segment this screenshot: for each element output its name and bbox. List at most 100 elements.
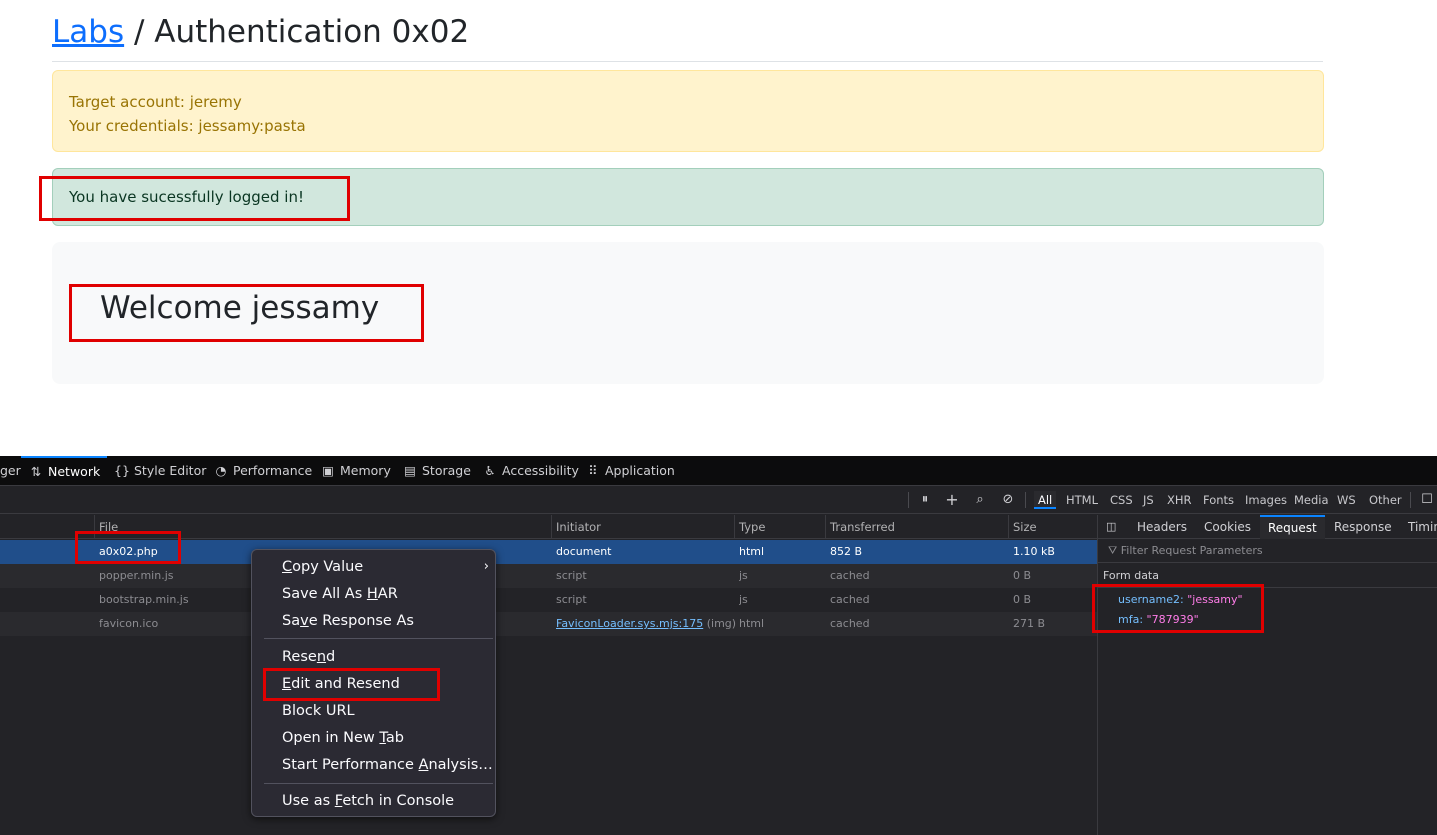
context-menu: Copy Value › Save All As HAR Save Respons… bbox=[251, 549, 496, 817]
column-size[interactable]: Size bbox=[1008, 515, 1097, 539]
toolbar-separator bbox=[1025, 492, 1026, 508]
menu-item-resend[interactable]: Resend bbox=[282, 645, 335, 669]
table-row[interactable]: popper.min.js script js cached 0 B bbox=[0, 564, 1097, 588]
menu-label: Use as bbox=[282, 793, 335, 809]
request-list-header: File Initiator Type Transferred Size bbox=[0, 515, 1097, 539]
tab-debugger[interactable]: ger bbox=[0, 456, 21, 486]
menu-label: etch in Console bbox=[342, 793, 455, 809]
menu-accel: A bbox=[418, 757, 429, 773]
row-transferred: cached bbox=[830, 593, 870, 606]
tab-application[interactable]: ⠿ Application bbox=[585, 456, 674, 486]
tab-response[interactable]: Response bbox=[1334, 515, 1392, 539]
filter-params-input[interactable]: ⛛ Filter Request Parameters bbox=[1098, 539, 1437, 563]
menu-item-edit-and-resend[interactable]: Edit and Resend bbox=[282, 672, 400, 696]
tab-performance[interactable]: ◔ Performance bbox=[213, 456, 313, 486]
gauge-icon: ◔ bbox=[215, 463, 227, 478]
param-value: "jessamy" bbox=[1187, 593, 1243, 606]
search-icon[interactable]: ⌕ bbox=[971, 490, 989, 510]
tab-memory-label: Memory bbox=[340, 463, 391, 478]
row-transferred: cached bbox=[830, 569, 870, 582]
filter-media[interactable]: Media bbox=[1290, 491, 1333, 509]
chip-icon: ▣ bbox=[322, 463, 334, 478]
menu-label: dit and Resend bbox=[291, 676, 400, 692]
tab-style-editor[interactable]: {} Style Editor bbox=[114, 456, 206, 486]
toggle-sidebar-icon[interactable]: ◫ bbox=[1106, 515, 1116, 539]
menu-item-save-response[interactable]: Save Response As bbox=[282, 609, 414, 633]
menu-label: Sa bbox=[282, 613, 301, 629]
column-transferred[interactable]: Transferred bbox=[825, 515, 1007, 539]
page-title: Labs / Authentication 0x02 bbox=[52, 14, 469, 50]
network-toolbar: ⏸ + ⌕ ⊘ All HTML CSS JS XHR Fonts Images… bbox=[0, 486, 1437, 514]
tab-performance-label: Performance bbox=[233, 463, 313, 478]
tab-cookies[interactable]: Cookies bbox=[1204, 515, 1251, 539]
menu-label: d bbox=[326, 649, 336, 665]
storage-icon: ▤ bbox=[404, 463, 416, 478]
row-type: js bbox=[739, 569, 748, 582]
tab-storage[interactable]: ▤ Storage bbox=[402, 456, 471, 486]
welcome-heading: Welcome jessamy bbox=[100, 290, 380, 326]
menu-item-open-new-tab[interactable]: Open in New Tab bbox=[282, 726, 404, 750]
block-icon[interactable]: ⊘ bbox=[999, 490, 1017, 510]
menu-item-block-url[interactable]: Block URL bbox=[282, 699, 355, 723]
row-initiator: document bbox=[556, 545, 612, 558]
table-row[interactable]: bootstrap.min.js script js cached 0 B bbox=[0, 588, 1097, 612]
column-file[interactable]: File bbox=[94, 515, 550, 539]
menu-separator bbox=[264, 638, 493, 639]
network-icon: ⇅ bbox=[30, 464, 42, 479]
menu-accel: n bbox=[316, 649, 327, 665]
tab-memory[interactable]: ▣ Memory bbox=[320, 456, 391, 486]
tab-timings[interactable]: Timin bbox=[1408, 515, 1437, 539]
menu-item-save-all-har[interactable]: Save All As HAR bbox=[282, 582, 398, 606]
param-username2[interactable]: username2: "jessamy" bbox=[1118, 593, 1243, 606]
column-initiator[interactable]: Initiator bbox=[551, 515, 733, 539]
pause-icon[interactable]: ⏸ bbox=[916, 490, 934, 510]
filter-js[interactable]: JS bbox=[1139, 491, 1158, 509]
menu-accel: E bbox=[282, 676, 292, 692]
row-initiator: script bbox=[556, 569, 587, 582]
menu-label: Rese bbox=[282, 649, 317, 665]
filter-all[interactable]: All bbox=[1034, 491, 1057, 509]
param-key: username2: bbox=[1118, 593, 1184, 606]
row-type: html bbox=[739, 545, 765, 558]
devtools-tabbar: ger ⇅ Network {} Style Editor ◔ Performance… bbox=[0, 456, 1437, 486]
filter-xhr[interactable]: XHR bbox=[1163, 491, 1196, 509]
row-initiator-cell: FaviconLoader.sys.mjs:175 (img) bbox=[556, 612, 736, 636]
row-size: 0 B bbox=[1013, 569, 1032, 582]
menu-label: ab bbox=[385, 730, 404, 746]
filter-html[interactable]: HTML bbox=[1062, 491, 1102, 509]
param-value: "787939" bbox=[1146, 613, 1199, 626]
checkbox-icon[interactable]: ☐ bbox=[1419, 490, 1435, 510]
param-mfa[interactable]: mfa: "787939" bbox=[1118, 613, 1199, 626]
grid-icon: ⠿ bbox=[588, 463, 598, 478]
filter-other[interactable]: Other bbox=[1365, 491, 1406, 509]
menu-item-start-performance[interactable]: Start Performance Analysis… bbox=[282, 753, 493, 777]
menu-item-use-as-fetch[interactable]: Use as Fetch in Console bbox=[282, 789, 454, 813]
tab-storage-label: Storage bbox=[422, 463, 471, 478]
filter-images[interactable]: Images bbox=[1241, 491, 1291, 509]
row-initiator: script bbox=[556, 593, 587, 606]
menu-label: AR bbox=[377, 586, 398, 602]
tab-accessibility[interactable]: ♿ Accessibility bbox=[482, 456, 579, 486]
row-size: 271 B bbox=[1013, 617, 1046, 630]
row-initiator-extra: (img) bbox=[703, 617, 737, 630]
menu-label: Save All As bbox=[282, 586, 367, 602]
tab-style-editor-label: Style Editor bbox=[134, 463, 207, 478]
tab-request[interactable]: Request bbox=[1260, 515, 1325, 539]
row-size: 0 B bbox=[1013, 593, 1032, 606]
row-transferred: 852 B bbox=[830, 545, 863, 558]
tab-network[interactable]: ⇅ Network bbox=[21, 456, 108, 486]
tab-debugger-label: ger bbox=[0, 463, 21, 478]
table-row[interactable]: favicon.ico FaviconLoader.sys.mjs:175 (i… bbox=[0, 612, 1097, 636]
menu-item-copy-value[interactable]: Copy Value › bbox=[282, 555, 489, 579]
labs-link[interactable]: Labs bbox=[52, 14, 124, 50]
filter-fonts[interactable]: Fonts bbox=[1199, 491, 1238, 509]
tab-headers[interactable]: Headers bbox=[1137, 515, 1187, 539]
row-file: bootstrap.min.js bbox=[99, 593, 189, 606]
filter-ws[interactable]: WS bbox=[1333, 491, 1360, 509]
row-initiator-link[interactable]: FaviconLoader.sys.mjs:175 bbox=[556, 617, 703, 630]
column-type[interactable]: Type bbox=[734, 515, 824, 539]
plus-icon[interactable]: + bbox=[943, 490, 961, 510]
filter-css[interactable]: CSS bbox=[1106, 491, 1137, 509]
table-row[interactable]: a0x02.php document html 852 B 1.10 kB bbox=[0, 540, 1097, 564]
menu-label: e Response As bbox=[308, 613, 414, 629]
